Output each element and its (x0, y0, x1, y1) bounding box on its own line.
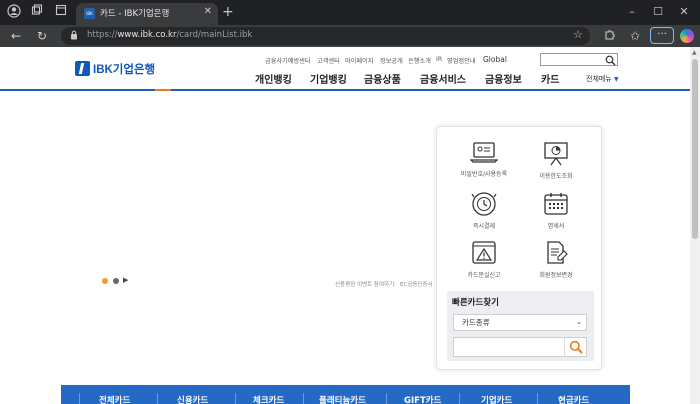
ibk-logo-mark-icon (75, 61, 90, 76)
quick-menu-panel: 비밀번호/사용등록 이용한도조회 즉시결제 명세서 카드분실신고 회원정보변경 … (436, 126, 602, 370)
category-divider (79, 393, 80, 404)
category-credit-cards[interactable]: 신용카드 (177, 394, 208, 404)
category-divider (386, 393, 387, 404)
quick-item-label: 명세서 (547, 223, 565, 230)
copilot-icon[interactable] (680, 29, 694, 43)
gnb-financial-products[interactable]: 금융상품 (364, 71, 401, 86)
gnb-financial-info[interactable]: 금융정보 (485, 71, 522, 86)
category-divider (537, 393, 538, 404)
quick-item-statement[interactable]: 명세서 (521, 191, 591, 230)
card-type-select[interactable]: 카드종류 ⌄ (453, 314, 587, 331)
category-divider (157, 393, 158, 404)
slide-dot[interactable] (113, 278, 119, 284)
category-all-cards[interactable]: 전체카드 (99, 394, 130, 404)
chevron-down-icon: ▼ (614, 76, 619, 83)
banner-caption-cert[interactable]: EC공동인증서 (400, 280, 433, 288)
quick-item-member-info[interactable]: 회원정보변경 (521, 240, 591, 279)
address-bar-row: ← ↻ https://www.ibk.co.kr/card/mainList.… (0, 25, 700, 47)
quick-item-label: 비밀번호/사용등록 (460, 171, 508, 178)
category-check-cards[interactable]: 체크카드 (253, 394, 284, 404)
tab-active[interactable]: IBK 카드 - IBK기업은행 ✕ (76, 3, 218, 25)
util-link-ir[interactable]: IR (436, 56, 442, 63)
site-search-input[interactable] (540, 53, 618, 66)
category-platinum-cards[interactable]: 플래티늄카드 (319, 394, 366, 404)
quick-item-lost-card[interactable]: 카드분실신고 (449, 240, 519, 279)
back-icon[interactable]: ← (7, 27, 25, 45)
document-edit-icon (547, 241, 568, 264)
gnb-card[interactable]: 카드 (541, 71, 559, 86)
banner-caption-event[interactable]: 신용평점 이벤트 참여하기 (335, 280, 394, 288)
favorites-icon[interactable]: ✩ (626, 27, 644, 45)
quick-item-password[interactable]: 비밀번호/사용등록 (449, 141, 519, 178)
category-divider (459, 393, 460, 404)
header-accent-bar (155, 89, 171, 91)
card-type-select-value: 카드종류 (462, 318, 490, 327)
gnb-corporate-banking[interactable]: 기업뱅킹 (310, 71, 347, 86)
minimize-icon[interactable]: – (622, 3, 642, 21)
gnb-personal-banking[interactable]: 개인뱅킹 (255, 71, 292, 86)
quick-item-label: 즉시결제 (472, 223, 496, 230)
favorite-star-icon[interactable]: ☆ (573, 28, 583, 41)
header-divider (0, 89, 690, 91)
card-search-button[interactable] (564, 338, 586, 356)
refresh-icon[interactable]: ↻ (33, 27, 51, 45)
category-corporate-cards[interactable]: 기업카드 (481, 394, 512, 404)
profile-icon[interactable] (5, 4, 23, 22)
scroll-up-icon[interactable]: ▲ (692, 49, 697, 56)
scrollbar-thumb[interactable] (692, 59, 698, 239)
tab-strip: IBK 카드 - IBK기업은행 ✕ + – ☐ ✕ (0, 0, 700, 25)
extensions-icon[interactable] (600, 27, 618, 45)
chevron-down-icon: ⌄ (576, 318, 582, 326)
maximize-icon[interactable]: ☐ (648, 3, 668, 21)
util-link-disclosure[interactable]: 정보공개 (380, 56, 403, 65)
more-menu-icon[interactable]: ··· (650, 27, 674, 44)
util-link-global[interactable]: Global (483, 55, 507, 64)
util-link-fraud-center[interactable]: 금융사기예방센터 (265, 56, 311, 65)
quick-item-label: 회원정보변경 (539, 272, 573, 279)
gnb-financial-services[interactable]: 금융서비스 (420, 71, 466, 86)
play-icon[interactable]: ▶ (123, 276, 128, 284)
all-menu-label: 전체메뉴 (586, 75, 612, 83)
all-menu-button[interactable]: 전체메뉴 ▼ (586, 74, 619, 84)
laptop-id-icon (470, 142, 498, 163)
browser-window: IBK 카드 - IBK기업은행 ✕ + – ☐ ✕ ← ↻ https://w… (0, 0, 700, 404)
category-gift-cards[interactable]: GIFT카드 (404, 394, 441, 404)
window-close-icon[interactable]: ✕ (674, 3, 694, 21)
category-divider (303, 393, 304, 404)
page-viewport: IBK기업은행 금융사기예방센터 고객센터 마이페이지 정보공개 은행소개 IR… (0, 47, 690, 404)
util-link-about[interactable]: 은행소개 (408, 56, 431, 65)
util-link-branches[interactable]: 영업점안내 (447, 56, 475, 65)
quick-card-finder: 빠른카드찾기 카드종류 ⌄ (447, 291, 594, 361)
address-bar[interactable]: https://www.ibk.co.kr/card/mainList.ibk … (61, 27, 590, 45)
search-icon[interactable] (605, 52, 616, 69)
quick-item-instant-pay[interactable]: 즉시결제 (449, 191, 519, 230)
url-text[interactable]: https://www.ibk.co.kr/card/mainList.ibk (87, 30, 252, 40)
quick-item-limit[interactable]: 이용한도조회 (521, 141, 591, 180)
workspaces-icon[interactable] (28, 4, 46, 22)
chart-board-icon (544, 142, 568, 166)
category-divider (235, 393, 236, 404)
card-search-input[interactable] (453, 337, 587, 357)
tab-title: 카드 - IBK기업은행 (100, 9, 170, 19)
ibk-favicon-icon: IBK (84, 8, 95, 19)
quick-item-label: 카드분실신고 (467, 272, 501, 279)
card-category-bar: 전체카드 신용카드 체크카드 플래티늄카드 GIFT카드 기업카드 현금카드 (61, 385, 630, 404)
quick-card-finder-title: 빠른카드찾기 (452, 298, 499, 308)
warning-card-icon (472, 241, 496, 264)
page-scrollbar[interactable]: ▲ (690, 47, 700, 404)
quick-item-label: 이용한도조회 (539, 173, 573, 180)
util-link-customer-center[interactable]: 고객센터 (317, 56, 340, 65)
search-icon (569, 340, 583, 354)
logo-text: IBK기업은행 (93, 64, 156, 76)
close-tab-icon[interactable]: ✕ (204, 6, 212, 17)
new-tab-icon[interactable]: + (222, 4, 234, 20)
util-link-mypage[interactable]: 마이페이지 (345, 56, 373, 65)
calendar-icon (544, 193, 568, 215)
lock-icon[interactable] (70, 30, 78, 43)
slide-dot-active[interactable] (102, 278, 108, 284)
tab-actions-icon[interactable] (52, 4, 70, 22)
instant-pay-icon (471, 192, 497, 216)
category-cash-cards[interactable]: 현금카드 (558, 394, 589, 404)
